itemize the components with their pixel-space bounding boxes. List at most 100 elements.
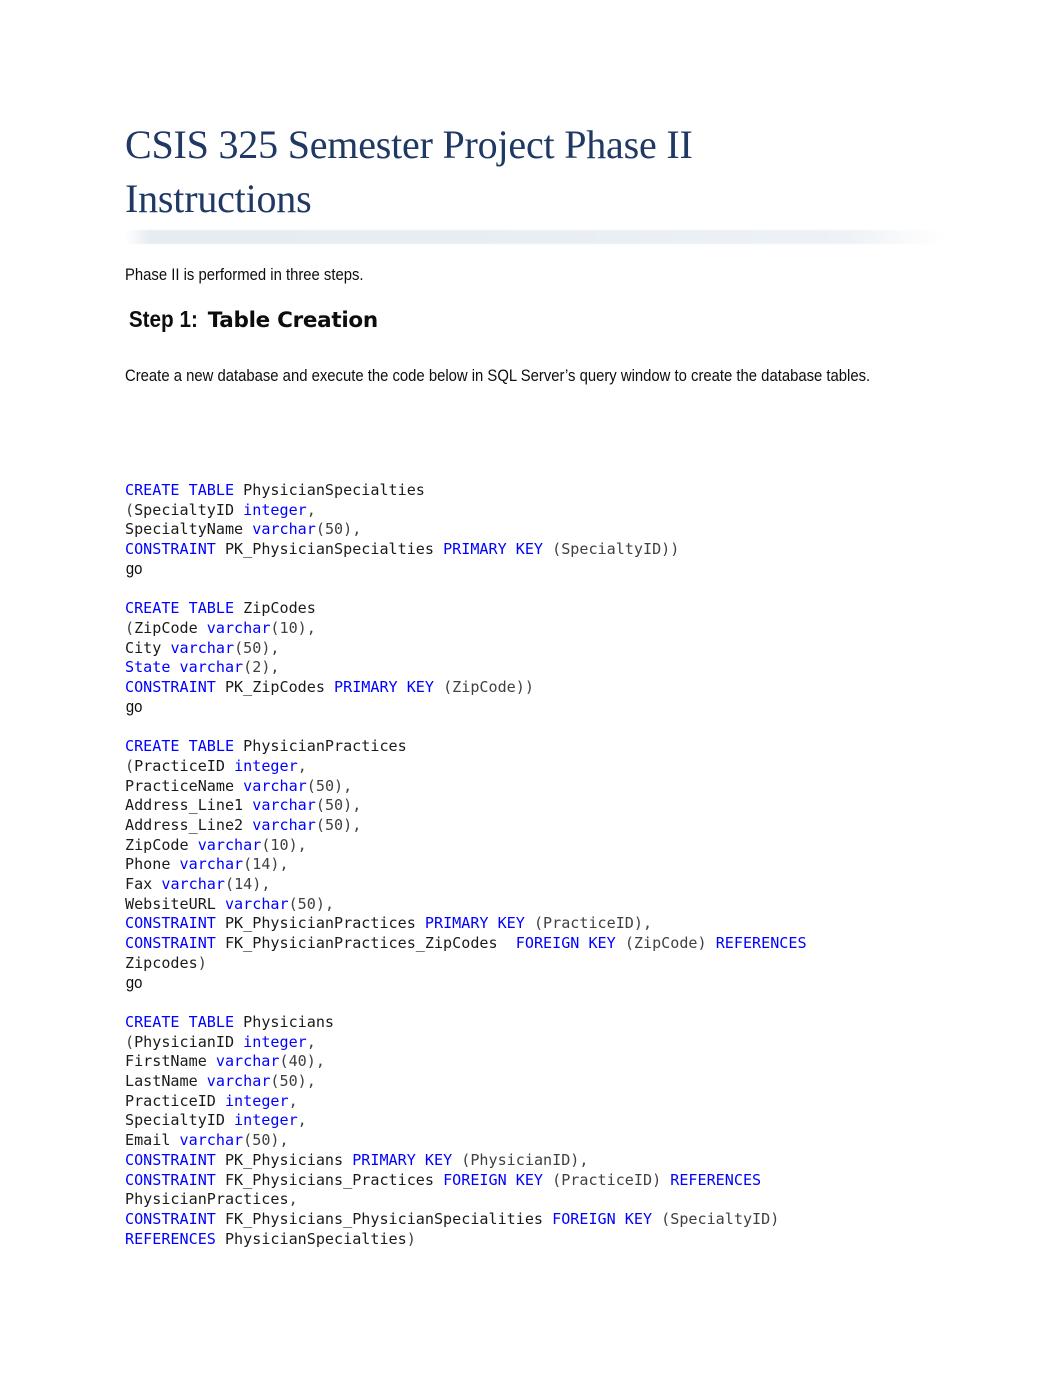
code-token-kw: CREATE TABLE bbox=[125, 481, 244, 499]
code-token-pun: , bbox=[306, 500, 316, 519]
code-line: CREATE TABLE Physicians bbox=[125, 1013, 955, 1033]
page-title: CSIS 325 Semester Project Phase II Instr… bbox=[125, 122, 693, 221]
code-token-pun: ) bbox=[406, 1229, 416, 1248]
code-token-kw: CONSTRAINT bbox=[125, 1170, 225, 1189]
code-token-kw: CREATE TABLE bbox=[125, 737, 244, 756]
code-token-pun: (ZipCode) bbox=[624, 934, 716, 953]
code-token-kw: CONSTRAINT bbox=[125, 934, 225, 953]
code-token-pun: ( bbox=[125, 756, 135, 775]
code-line: REFERENCES PhysicianSpecialties) bbox=[125, 1230, 955, 1250]
code-line: Address_Line1 varchar(50), bbox=[125, 796, 955, 816]
code-token-id: Phone bbox=[125, 855, 180, 874]
code-token-id: LastName bbox=[125, 1072, 207, 1091]
code-line: go bbox=[125, 698, 955, 718]
code-token-kw: REFERENCES bbox=[125, 1229, 225, 1248]
code-token-kw: PRIMARY KEY bbox=[424, 914, 534, 933]
code-token-kw: REFERENCES bbox=[670, 1170, 762, 1189]
code-token-kw: varchar bbox=[206, 618, 271, 637]
code-line: Phone varchar(14), bbox=[125, 855, 955, 875]
sql-code-listing: CREATE TABLE PhysicianSpecialties (Specia… bbox=[125, 481, 955, 1249]
code-token-pun: ) bbox=[197, 953, 207, 972]
code-line: State varchar(2), bbox=[125, 658, 955, 678]
code-token-id: Address_Line1 bbox=[125, 796, 253, 815]
code-token-kw: integer bbox=[234, 756, 298, 775]
code-token-kw: integer bbox=[243, 500, 307, 519]
code-token-kw: State bbox=[125, 658, 180, 677]
code-line: SpecialtyID integer, bbox=[125, 1111, 955, 1131]
code-token-id: PK_PhysicianSpecialties bbox=[224, 540, 444, 559]
code-line: CONSTRAINT FK_Physicians_PhysicianSpecia… bbox=[125, 1210, 955, 1230]
code-token-id: FK_Physicians_PhysicianSpecialities bbox=[224, 1209, 553, 1228]
code-token-pun: (PracticeID) bbox=[552, 1170, 671, 1189]
code-token-id: PracticeID bbox=[134, 756, 235, 775]
code-token-pun: (2), bbox=[243, 658, 280, 677]
code-line: City varchar(50), bbox=[125, 639, 955, 659]
step-heading: Step 1: Table Creation bbox=[125, 306, 378, 333]
code-line: PhysicianPractices, bbox=[125, 1190, 955, 1210]
code-token-kw: CREATE TABLE bbox=[125, 599, 244, 618]
code-token-pun: , bbox=[288, 1190, 298, 1209]
code-token-kw: varchar bbox=[179, 855, 244, 874]
code-token-pun: (50), bbox=[306, 776, 353, 795]
code-token-kw: integer bbox=[224, 1091, 289, 1110]
code-token-kw: FOREIGN KEY bbox=[552, 1209, 662, 1228]
code-line: PracticeID integer, bbox=[125, 1092, 955, 1112]
code-token-go: go bbox=[125, 697, 143, 716]
intro-paragraph: Phase II is performed in three steps. bbox=[125, 266, 364, 284]
code-token-kw: varchar bbox=[161, 875, 225, 894]
code-token-kw: CONSTRAINT bbox=[125, 914, 225, 933]
step-label: Step 1: bbox=[128, 306, 198, 332]
create-table-physicians: CREATE TABLE Physicians (PhysicianID inte… bbox=[125, 1013, 955, 1249]
code-token-id: FK_Physicians_Practices bbox=[224, 1170, 444, 1189]
code-token-id: PhysicianPractices bbox=[243, 737, 407, 756]
code-line: Zipcodes) bbox=[125, 954, 955, 974]
code-token-kw: varchar bbox=[252, 520, 316, 539]
code-token-pun: (50), bbox=[243, 1131, 289, 1150]
code-token-kw: varchar bbox=[252, 815, 316, 834]
code-line: CREATE TABLE PhysicianSpecialties bbox=[125, 481, 955, 501]
create-table-physicianspecialties: CREATE TABLE PhysicianSpecialties (Specia… bbox=[125, 481, 955, 580]
code-token-kw: integer bbox=[234, 1111, 298, 1130]
code-token-kw: varchar bbox=[252, 796, 316, 815]
code-token-id: City bbox=[125, 638, 171, 657]
code-token-pun: (ZipCode)) bbox=[443, 678, 534, 697]
code-token-kw: FOREIGN KEY bbox=[443, 1170, 553, 1189]
code-token-id: PracticeName bbox=[125, 776, 244, 795]
code-token-kw: varchar bbox=[206, 1072, 271, 1091]
code-token-pun: , bbox=[306, 1032, 316, 1051]
code-token-id: Address_Line2 bbox=[125, 815, 253, 834]
code-line: go bbox=[125, 974, 955, 994]
title-divider bbox=[125, 230, 945, 244]
code-token-id: FK_PhysicianPractices_ZipCodes bbox=[224, 934, 516, 953]
code-token-id: ZipCodes bbox=[243, 599, 316, 618]
code-line: CREATE TABLE PhysicianPractices bbox=[125, 737, 955, 757]
document-header: CSIS 325 Semester Project Phase II Instr… bbox=[125, 118, 945, 226]
code-line: CONSTRAINT PK_Physicians PRIMARY KEY (Ph… bbox=[125, 1151, 955, 1171]
code-line: PracticeName varchar(50), bbox=[125, 777, 955, 797]
code-token-kw: varchar bbox=[224, 894, 289, 913]
code-token-go: go bbox=[125, 973, 143, 992]
code-token-id: PhysicianSpecialties bbox=[243, 481, 425, 499]
code-token-kw: integer bbox=[243, 1032, 307, 1051]
create-table-zipcodes: CREATE TABLE ZipCodes (ZipCode varchar(10… bbox=[125, 599, 955, 717]
code-token-pun: (50), bbox=[288, 894, 335, 913]
code-line: FirstName varchar(40), bbox=[125, 1052, 955, 1072]
code-token-kw: varchar bbox=[179, 1131, 244, 1150]
code-line: (PhysicianID integer, bbox=[125, 1033, 955, 1053]
code-line: Email varchar(50), bbox=[125, 1131, 955, 1151]
code-token-id: Zipcodes bbox=[125, 953, 198, 972]
code-token-pun: , bbox=[288, 1091, 298, 1110]
code-line: (SpecialtyID integer, bbox=[125, 501, 955, 521]
code-token-pun: (14), bbox=[224, 875, 271, 894]
code-token-kw: varchar bbox=[215, 1052, 280, 1071]
code-token-kw: varchar bbox=[179, 658, 244, 677]
code-line: go bbox=[125, 560, 955, 580]
code-token-kw: PRIMARY KEY bbox=[334, 678, 444, 697]
code-line: Fax varchar(14), bbox=[125, 875, 955, 895]
code-token-kw: CONSTRAINT bbox=[125, 540, 225, 559]
code-token-kw: CONSTRAINT bbox=[125, 1209, 225, 1228]
code-token-kw: CREATE TABLE bbox=[125, 1012, 244, 1031]
code-token-pun: (40), bbox=[279, 1052, 325, 1071]
code-token-id: WebsiteURL bbox=[125, 894, 225, 913]
code-line: SpecialtyName varchar(50), bbox=[125, 520, 955, 540]
